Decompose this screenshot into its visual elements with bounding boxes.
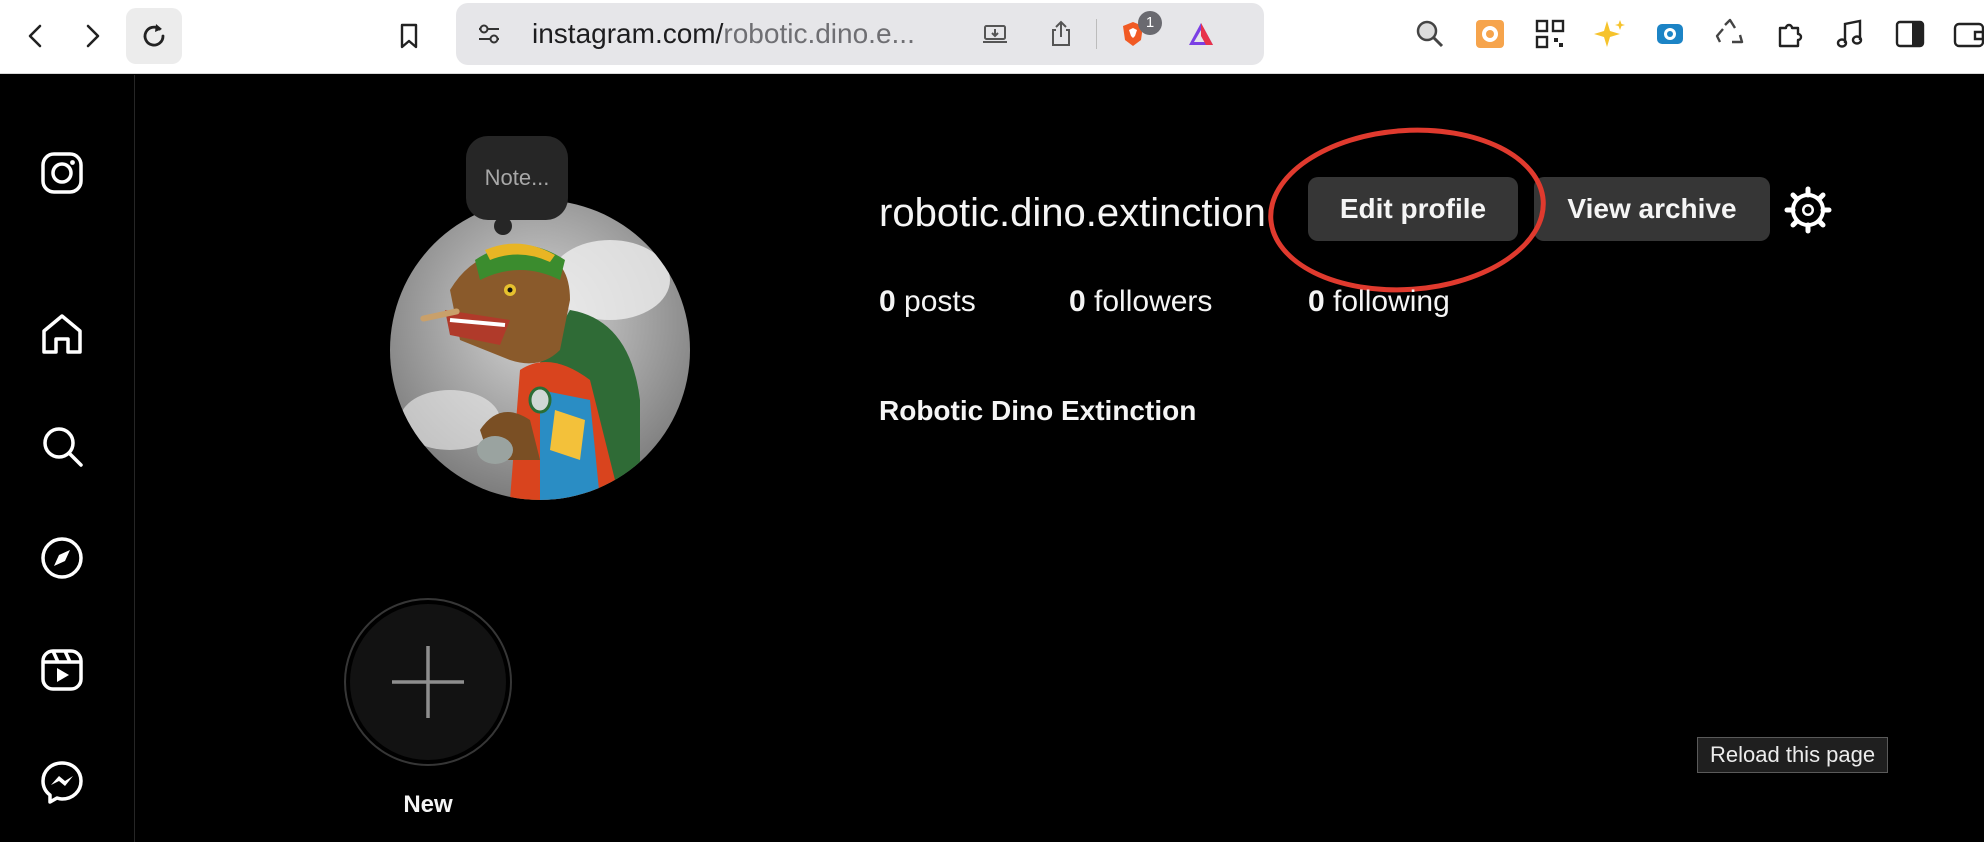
instagram-logo-icon[interactable]	[38, 149, 86, 197]
address-bar[interactable]: instagram.com/robotic.dino.e... 1	[456, 3, 1264, 65]
extension-icon[interactable]	[1470, 14, 1510, 54]
following-count: 0	[1308, 285, 1325, 318]
wallet-icon[interactable]	[1948, 14, 1984, 54]
extensions-puzzle-icon[interactable]	[1770, 14, 1810, 54]
new-highlight-label: New	[403, 791, 453, 818]
profile-full-name: Robotic Dino Extinction	[879, 395, 1197, 426]
site-settings-icon[interactable]	[472, 17, 506, 51]
camera-ext-icon[interactable]	[1650, 14, 1690, 54]
url-divider	[1096, 19, 1097, 49]
sparkles-icon[interactable]	[1590, 14, 1630, 54]
messenger-icon[interactable]	[38, 758, 86, 806]
stat-following[interactable]: 0 following	[1308, 285, 1450, 319]
note-bubble[interactable]: Note...	[466, 136, 568, 220]
annotation-red-circle	[1262, 118, 1552, 302]
posts-label: posts	[904, 285, 976, 318]
profile-username: robotic.dino.extinction	[879, 191, 1266, 235]
stat-followers[interactable]: 0 followers	[1069, 285, 1212, 319]
reload-tooltip: Reload this page	[1697, 737, 1889, 773]
zoom-icon[interactable]	[1410, 14, 1450, 54]
home-icon[interactable]	[38, 310, 86, 358]
back-icon[interactable]	[8, 8, 64, 64]
url-text[interactable]: instagram.com/robotic.dino.e...	[532, 3, 915, 65]
instagram-app: Note... robotic.dino.extinction Edit pro…	[0, 75, 1984, 842]
forward-icon[interactable]	[64, 8, 120, 64]
profile-avatar[interactable]	[390, 200, 690, 500]
brave-rewards-icon[interactable]	[1184, 17, 1218, 51]
url-host: instagram.com/	[532, 18, 724, 49]
search-icon[interactable]	[38, 422, 86, 470]
explore-icon[interactable]	[38, 534, 86, 582]
view-archive-button[interactable]: View archive	[1534, 177, 1770, 241]
avatar-image	[390, 200, 690, 500]
sidebar-nav	[0, 75, 135, 842]
new-highlight-inner	[350, 604, 506, 760]
install-app-icon[interactable]	[978, 17, 1012, 51]
followers-label: followers	[1094, 285, 1213, 318]
reels-icon[interactable]	[38, 646, 86, 694]
followers-count: 0	[1069, 285, 1086, 318]
gear-icon[interactable]	[1784, 186, 1832, 234]
recycle-icon[interactable]	[1710, 14, 1750, 54]
sidebar-icon[interactable]	[1890, 14, 1930, 54]
posts-count: 0	[879, 285, 896, 318]
browser-toolbar: instagram.com/robotic.dino.e... 1	[0, 0, 1984, 74]
shields-badge: 1	[1138, 11, 1162, 35]
share-icon[interactable]	[1044, 17, 1078, 51]
qr-code-icon[interactable]	[1530, 14, 1570, 54]
reload-icon[interactable]	[126, 8, 182, 64]
url-path: robotic.dino.e...	[723, 18, 915, 49]
bookmark-icon[interactable]	[381, 8, 437, 64]
following-label: following	[1333, 285, 1450, 318]
plus-icon	[392, 646, 464, 718]
new-highlight-button[interactable]	[344, 598, 512, 766]
stat-posts[interactable]: 0 posts	[879, 285, 976, 319]
music-icon[interactable]	[1830, 14, 1870, 54]
